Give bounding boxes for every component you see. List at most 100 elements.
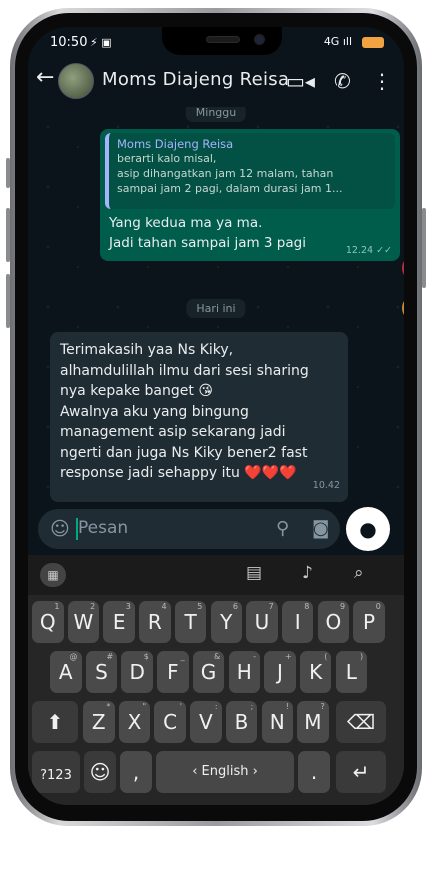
key-m[interactable]: M?: [297, 701, 329, 743]
key-hint: ?: [320, 702, 325, 711]
message-input[interactable]: ☺ Pesan ⚲ ◙: [38, 509, 340, 549]
key-p[interactable]: P0: [353, 601, 385, 643]
key-hint: 5: [197, 602, 203, 611]
key-hint: (: [324, 652, 328, 661]
sticker-icon[interactable]: ☺: [50, 518, 70, 540]
key-u[interactable]: U7: [246, 601, 278, 643]
quote-sender: Moms Diajeng Reisa: [117, 137, 234, 151]
key-g[interactable]: G &: [192, 651, 225, 693]
key-hint: 8: [304, 602, 310, 611]
key-r[interactable]: R4: [139, 601, 171, 643]
key-label: ‹ English ›: [192, 764, 258, 779]
key-x[interactable]: X ": [118, 701, 151, 743]
key-label: N: [269, 710, 285, 734]
message-line: management asip sekarang jadi: [60, 424, 286, 440]
mic-icon[interactable]: ●: [346, 507, 390, 551]
period-key[interactable]: .: [298, 751, 330, 793]
key-hint: ': [179, 702, 182, 711]
power-button: [422, 208, 426, 288]
key-n[interactable]: N!: [261, 701, 293, 743]
phone-frame: 10:50 ⚡ ▣ 4G ıll ← Moms Diajeng Reisa ▭◂…: [6, 8, 426, 826]
apps-icon[interactable]: ▦: [40, 563, 66, 587]
key-label: G: [200, 660, 217, 684]
message-time: 10.42: [312, 479, 340, 491]
more-vert-icon[interactable]: ⋮: [372, 69, 392, 93]
space-key[interactable]: ‹ English ›: [156, 751, 294, 793]
key-t[interactable]: T5: [174, 601, 207, 643]
key-hint: ): [359, 652, 364, 661]
message-line: nya kepake banget 😘: [60, 383, 213, 399]
comma-key[interactable]: ,: [120, 751, 152, 793]
key-label: ,: [132, 760, 140, 784]
contact-name[interactable]: Moms Diajeng Reisa: [102, 69, 289, 90]
key-label: .: [310, 760, 318, 784]
search-icon[interactable]: ⌕: [354, 563, 364, 583]
signal-indicator: 4G ıll: [323, 35, 352, 48]
outgoing-message[interactable]: Moms Diajeng Reisa berarti kalo misal, a…: [100, 129, 400, 261]
input-placeholder: Pesan: [78, 518, 129, 538]
paperclip-icon[interactable]: ⚲: [276, 518, 289, 539]
message-composer: ☺ Pesan ⚲ ◙ ●: [28, 505, 404, 555]
key-z[interactable]: Z *: [83, 701, 115, 743]
key-hint: #: [106, 652, 114, 661]
chat-area: Minggu Moms Diajeng Reisa berarti kalo m…: [28, 107, 404, 505]
key-h[interactable]: H-: [228, 651, 260, 693]
volume-down-button: [6, 274, 10, 328]
contact-avatar[interactable]: [58, 63, 94, 99]
key-a[interactable]: A @: [50, 651, 82, 693]
shift-key[interactable]: ⬆: [32, 701, 78, 743]
key-hint: &: [214, 652, 221, 661]
key-label: O: [325, 610, 342, 634]
key-o[interactable]: O9: [317, 601, 350, 643]
key-hint: 4: [161, 602, 167, 611]
reaction-avatar[interactable]: [402, 295, 404, 321]
key-y[interactable]: Y6: [210, 601, 242, 643]
arrow-left-icon[interactable]: ←: [36, 65, 54, 90]
key-hint: 9: [340, 602, 346, 611]
key-e[interactable]: E3: [103, 601, 135, 643]
quote-line: sampai jam 2 pagi, dalam durasi jam 1...: [117, 182, 343, 195]
key-w[interactable]: W2: [67, 601, 100, 643]
voice-icon[interactable]: ♪: [302, 563, 313, 583]
key-label: X: [127, 710, 142, 734]
key-l[interactable]: L): [335, 651, 368, 693]
video-icon[interactable]: ▭◂: [286, 69, 315, 93]
front-camera: [254, 34, 265, 45]
key-c[interactable]: C ': [154, 701, 186, 743]
key-label: B: [234, 710, 249, 734]
key-s[interactable]: S #: [85, 651, 118, 693]
enter-key[interactable]: ↵: [336, 751, 386, 793]
key-hint: 0: [375, 602, 381, 611]
key-i[interactable]: I8: [281, 601, 314, 643]
key-hint: 7: [268, 602, 274, 611]
key-hint: ": [142, 702, 147, 711]
camera-icon[interactable]: ◙: [312, 518, 329, 539]
reaction-avatar[interactable]: [402, 255, 404, 281]
key-hint: 6: [232, 602, 238, 611]
phone-icon[interactable]: ✆: [334, 69, 351, 93]
key-q[interactable]: Q1: [32, 601, 64, 643]
key-label: E: [112, 610, 126, 634]
bezel: 10:50 ⚡ ▣ 4G ıll ← Moms Diajeng Reisa ▭◂…: [15, 13, 417, 821]
key-d[interactable]: D $: [121, 651, 153, 693]
quote-line: asip dihangatkan jam 12 malam, tahan: [117, 167, 334, 180]
backspace-key[interactable]: ⌫: [336, 701, 386, 743]
key-label: M: [304, 710, 322, 734]
key-j[interactable]: J +: [264, 651, 296, 693]
key-label: W: [73, 610, 94, 634]
key-hint: ;: [250, 702, 254, 711]
clipboard-icon[interactable]: ▤: [246, 563, 262, 583]
key-b[interactable]: B;: [225, 701, 258, 743]
quoted-message[interactable]: Moms Diajeng Reisa berarti kalo misal, a…: [105, 133, 395, 209]
keyboard-toolbar: ▦ ▤ ♪ ⌕: [28, 555, 404, 595]
incoming-message[interactable]: Terimakasih yaa Ns Kiky, alhamdulillah i…: [50, 332, 348, 502]
symbols-key[interactable]: ?123: [32, 751, 80, 793]
key-hint: @: [69, 652, 78, 661]
emoji-key[interactable]: ☺: [84, 751, 116, 793]
key-label: Q: [39, 610, 56, 634]
key-label: P: [363, 610, 376, 634]
key-k[interactable]: K(: [299, 651, 332, 693]
keyboard: Q 1 W 2 E 3 R 4 T 5 Y 6 U 7 I 8 O 9 P 0 A @ S # D $ F _ G & H - J + K(L) ⬆ Z…: [28, 595, 404, 805]
key-f[interactable]: F _: [157, 651, 189, 693]
key-v[interactable]: V:: [190, 701, 222, 743]
